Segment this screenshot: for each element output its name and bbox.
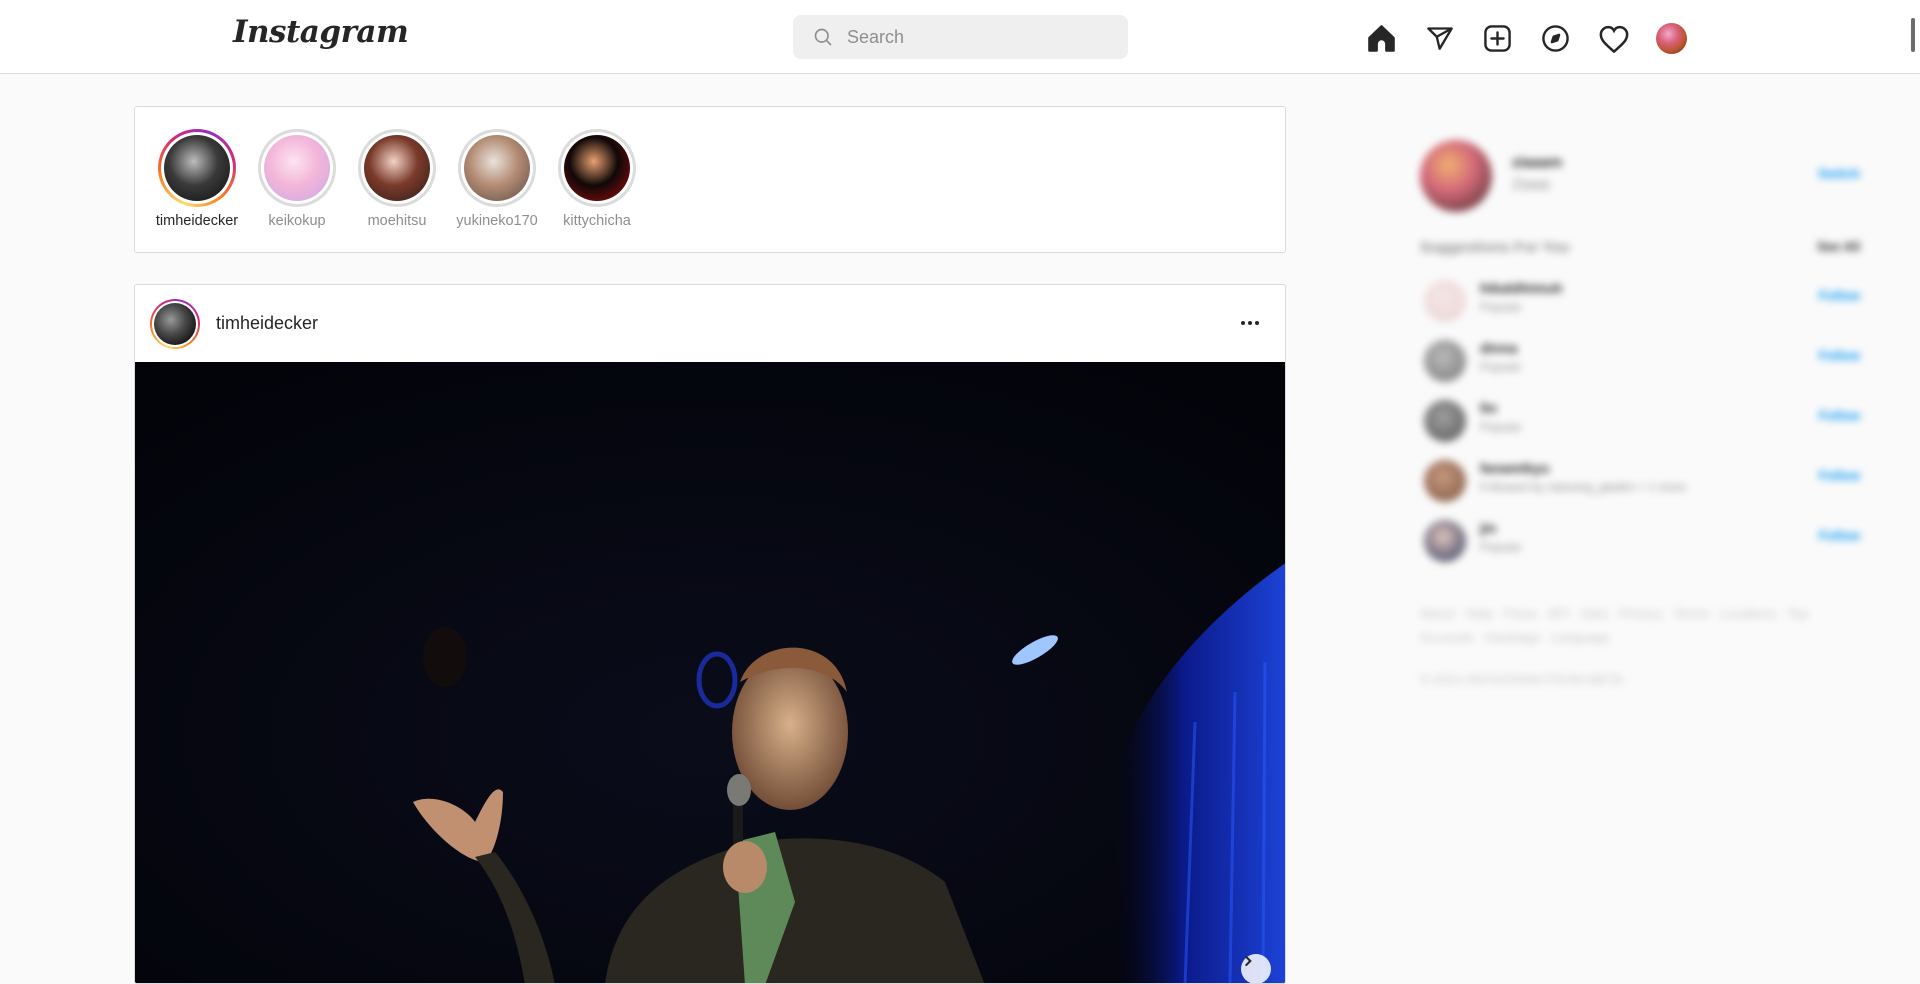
suggestion-item: hikaldhimuh Popular Follow	[1418, 276, 1868, 332]
see-all-button[interactable]: See All	[1817, 239, 1860, 254]
story-avatar	[164, 135, 230, 201]
direct-messages-button[interactable]	[1424, 23, 1455, 54]
suggestion-username[interactable]: jin	[1480, 520, 1496, 536]
footer-links[interactable]: About · Help · Press · API · Jobs · Priv…	[1420, 602, 1820, 650]
story-username: yukineko170	[456, 213, 538, 229]
current-user-avatar[interactable]	[1420, 140, 1492, 212]
suggestion-subtitle: Popular	[1480, 540, 1522, 554]
heart-icon	[1599, 25, 1628, 53]
home-icon	[1368, 25, 1395, 52]
more-options-button[interactable]	[1235, 311, 1265, 335]
current-user-username[interactable]: ziaaam	[1512, 154, 1562, 171]
next-media-button[interactable]	[1241, 954, 1271, 983]
suggestion-username[interactable]: fin	[1480, 400, 1497, 416]
suggestion-username[interactable]: fanamikyu	[1480, 460, 1549, 476]
suggestion-avatar[interactable]	[1424, 280, 1466, 322]
story-ring	[558, 129, 636, 207]
story-item[interactable]: moehitsu	[347, 129, 447, 229]
top-navigation-bar: Instagram	[0, 0, 1920, 74]
story-ring	[358, 129, 436, 207]
story-ring	[458, 129, 536, 207]
follow-button[interactable]: Follow	[1819, 348, 1860, 363]
feed-post: timheidecker	[134, 284, 1286, 984]
explore-button[interactable]	[1540, 23, 1571, 54]
story-avatar	[364, 135, 430, 201]
story-item[interactable]: kittychicha	[547, 129, 647, 229]
suggestion-username[interactable]: dinna	[1480, 340, 1517, 356]
suggestion-subtitle: Popular	[1480, 420, 1522, 434]
suggestions-title: Suggestions For You	[1420, 239, 1570, 256]
follow-button[interactable]: Follow	[1819, 288, 1860, 303]
post-photo	[135, 362, 1285, 983]
compass-icon	[1542, 25, 1569, 52]
post-media[interactable]	[135, 362, 1285, 983]
search-box[interactable]	[793, 15, 1128, 59]
story-item[interactable]: keikokup	[247, 129, 347, 229]
post-author-avatar[interactable]	[150, 298, 200, 349]
search-input[interactable]	[847, 26, 1087, 48]
suggestion-item: dinna Popular Follow	[1418, 336, 1868, 392]
paper-plane-icon	[1426, 26, 1453, 50]
story-username: moehitsu	[367, 213, 427, 229]
suggestion-item: fanamikyu Followed by nidnoing_gbalim + …	[1418, 456, 1868, 512]
story-item[interactable]: yukineko170	[447, 129, 547, 229]
story-username: timheidecker	[155, 213, 239, 229]
story-item[interactable]: timheidecker	[147, 129, 247, 229]
stories-tray: timheidecker keikokup moehitsu yukineko1…	[134, 106, 1286, 253]
profile-avatar	[1656, 23, 1687, 54]
follow-button[interactable]: Follow	[1819, 528, 1860, 543]
activity-button[interactable]	[1598, 23, 1629, 54]
story-avatar	[464, 135, 530, 201]
story-username: kittychicha	[563, 213, 631, 229]
right-sidebar: ziaaam Ziaaa Switch Suggestions For You …	[1418, 136, 1868, 696]
post-author-username[interactable]: timheidecker	[216, 313, 318, 334]
plus-square-icon	[1484, 25, 1511, 52]
suggestion-subtitle: Popular	[1480, 300, 1522, 314]
follow-button[interactable]: Follow	[1819, 468, 1860, 483]
story-ring-unseen	[158, 129, 236, 207]
suggestion-avatar[interactable]	[1424, 400, 1466, 442]
follow-button[interactable]: Follow	[1819, 408, 1860, 423]
current-user-card: ziaaam Ziaaa Switch	[1418, 136, 1868, 216]
suggestion-subtitle: Popular	[1480, 360, 1522, 374]
post-header: timheidecker	[135, 285, 1285, 362]
chevron-right-icon	[1245, 955, 1252, 967]
suggestion-username[interactable]: hikaldhimuh	[1480, 280, 1562, 296]
story-avatar	[264, 135, 330, 201]
profile-button[interactable]	[1656, 23, 1687, 54]
suggestion-item: fin Popular Follow	[1418, 396, 1868, 452]
instagram-logo[interactable]: Instagram	[233, 14, 409, 50]
suggestion-avatar[interactable]	[1424, 460, 1466, 502]
scrollbar-thumb[interactable]	[1911, 18, 1915, 52]
story-username: keikokup	[268, 213, 326, 229]
suggestion-item: jin Popular Follow	[1418, 516, 1868, 572]
story-avatar	[564, 135, 630, 201]
more-horizontal-icon	[1241, 321, 1245, 325]
new-post-button[interactable]	[1482, 23, 1513, 54]
copyright-text: © 2021 INSTAGRAM FROM META	[1420, 672, 1623, 687]
suggestions-header: Suggestions For You See All	[1420, 239, 1860, 256]
home-button[interactable]	[1366, 23, 1397, 54]
header-nav-icons	[1366, 23, 1687, 54]
switch-account-button[interactable]: Switch	[1818, 166, 1860, 181]
suggestion-subtitle: Followed by nidnoing_gbalim + 1 more	[1480, 480, 1686, 494]
suggestion-avatar[interactable]	[1424, 520, 1466, 562]
search-icon	[814, 28, 832, 46]
suggestion-avatar[interactable]	[1424, 340, 1466, 382]
story-ring	[258, 129, 336, 207]
current-user-fullname: Ziaaa	[1512, 176, 1550, 193]
